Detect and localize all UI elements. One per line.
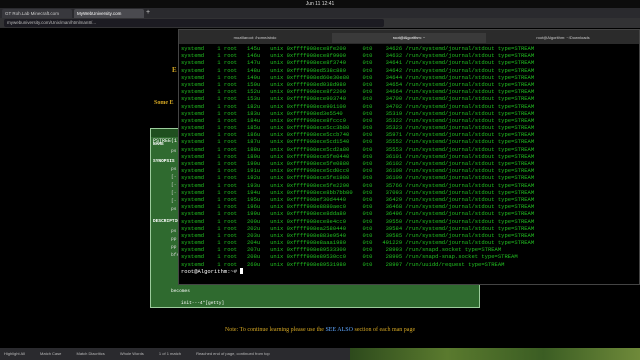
desktop-wallpaper-strip: [350, 348, 640, 360]
terminal-line: systemd 1 root 145u unix 0xffff908ece8fe…: [181, 45, 535, 52]
terminal-line: systemd 1 root 190u unix 0xffff908ece5fe…: [181, 160, 535, 167]
find-status: Reached end of page, continued from top: [196, 351, 270, 356]
terminal-line: systemd 1 root 193u unix 0xffff908ece5fe…: [181, 181, 535, 189]
find-bar: Highlight All Match Case Match Diacritic…: [0, 348, 640, 360]
match-diacritics-option[interactable]: Match Diacritics: [77, 351, 105, 356]
terminal-line: systemd 1 root 195u unix 0xffff908ef30d4…: [181, 195, 535, 203]
terminal-line: systemd 1 root 204u unix 0xffff908e8aaa1…: [181, 239, 535, 247]
terminal-line: systemd 1 root 260u unix 0xffff908e89531…: [181, 260, 505, 268]
man-line: [-: [171, 191, 177, 196]
terminal-line: systemd 1 root 188u unix 0xffff908ece5cd…: [181, 145, 535, 153]
man-synopsis-label: SYNOPSIS: [153, 159, 175, 164]
note-suffix: section of each man page: [352, 327, 416, 333]
terminal-line: systemd 1 root 192u unix 0xffff908ece5fe…: [181, 174, 535, 182]
man-desc-line: ps: [171, 229, 177, 234]
man-desc-line: pp: [171, 245, 177, 250]
man-line: ps: [171, 149, 177, 154]
man-line: ps: [171, 167, 177, 172]
man-result: init---4*[getty]: [181, 301, 225, 306]
terminal-line: systemd 1 root 184u unix 0xffff908ece8fc…: [181, 116, 535, 124]
terminal-window[interactable]: mozillaroot: /home/abdo root@Algorithm: …: [178, 29, 640, 285]
terminal-tab-3[interactable]: root@Algorithm: ~/Downloads: [487, 33, 639, 43]
terminal-line: systemd 1 root 146u unix 0xffff908ece8f9…: [181, 52, 535, 60]
match-count: 1 of 1 match: [158, 351, 181, 356]
terminal-line: systemd 1 root 186u unix 0xffff908ece5cc…: [181, 131, 535, 139]
man-name-label: NAME: [153, 142, 164, 147]
terminal-line: systemd 1 root 182u unix 0xffff908ece901…: [181, 102, 535, 110]
browser-toolbar: mywebuniversity.com/Unix/man/htmlman8/..…: [0, 18, 640, 28]
continue-learning-note: Note: To continue learning please use th…: [0, 324, 640, 336]
page-subheading-partial: Some E: [154, 100, 174, 106]
match-case-option[interactable]: Match Case: [40, 351, 61, 356]
terminal-line: systemd 1 root 185u unix 0xffff908ece5cc…: [181, 124, 535, 132]
terminal-line: systemd 1 root 207u unix 0xffff908e89533…: [181, 246, 502, 254]
highlight-all-option[interactable]: Highlight All: [4, 351, 25, 356]
see-also-link[interactable]: SEE ALSO: [325, 327, 353, 333]
man-line: [-: [171, 175, 177, 180]
terminal-line: systemd 1 root 191u unix 0xffff908ece5cd…: [181, 167, 535, 175]
terminal-line: systemd 1 root 183u unix 0xffff908ed3e55…: [181, 109, 535, 117]
terminal-tab-1[interactable]: mozillaroot: /home/abdo: [179, 33, 331, 43]
terminal-line: systemd 1 root 203u unix 0xffff908e883e9…: [181, 231, 535, 239]
man-line: [-: [171, 199, 177, 204]
terminal-line: systemd 1 root 153u unix 0xffff908ece903…: [181, 95, 535, 103]
browser-tab-bar: GT Roh.Lab Minecraft.com MyWebUniversity…: [0, 8, 640, 18]
terminal-tab-bar: mozillaroot: /home/abdo root@Algorithm: …: [179, 30, 639, 44]
clock[interactable]: Jun 11 12:41: [306, 1, 335, 7]
terminal-tab-2[interactable]: root@Algorithm: ~: [332, 33, 486, 43]
terminal-line: systemd 1 root 147u unix 0xffff908ece8f3…: [181, 59, 535, 67]
terminal-line: systemd 1 root 148u unix 0xffff908ed538c…: [181, 66, 535, 74]
browser-tab-1[interactable]: GT Roh.Lab Minecraft.com: [2, 9, 72, 18]
terminal-line: systemd 1 root 152u unix 0xffff908ece8f2…: [181, 88, 535, 96]
new-tab-icon[interactable]: +: [144, 8, 152, 18]
address-bar[interactable]: mywebuniversity.com/Unix/man/htmlman8/..…: [4, 19, 384, 27]
man-desc-line: pp: [171, 237, 177, 242]
terminal-line: systemd 1 root 149u unix 0xffff908ed60e3…: [181, 73, 535, 81]
terminal-line: systemd 1 root 150u unix 0xffff908ed038d…: [181, 80, 535, 88]
terminal-output[interactable]: systemd 1 root 145u unix 0xffff908ece8fe…: [181, 45, 639, 285]
man-becomes: becomes: [171, 289, 190, 294]
terminal-line: systemd 1 root 200u unix 0xffff908ece8e4…: [181, 217, 535, 225]
terminal-line: systemd 1 root 208u unix 0xffff908e89530…: [181, 253, 518, 261]
terminal-line: systemd 1 root 194u unix 0xffff908ece8bb…: [181, 188, 535, 196]
terminal-line: systemd 1 root 199u unix 0xffff908ece8dd…: [181, 210, 535, 218]
terminal-line: systemd 1 root 189u unix 0xffff908ece5fe…: [181, 152, 535, 160]
terminal-line: systemd 1 root 196u unix 0xffff908e8880a…: [181, 203, 535, 211]
terminal-line: systemd 1 root 187u unix 0xffff908ece5cd…: [181, 138, 535, 146]
note-prefix: Note: To continue learning please use th…: [224, 327, 326, 333]
prompt-text: root@Algorithm:~#: [181, 267, 241, 275]
browser-tab-2[interactable]: MyWebUniversity.com: [74, 9, 144, 18]
man-line: ps: [171, 207, 177, 212]
page-heading-partial: E: [172, 66, 177, 74]
text-cursor: [240, 268, 244, 275]
man-line: [-: [171, 183, 177, 188]
terminal-line: systemd 1 root 202u unix 0xffff908ea2580…: [181, 224, 535, 232]
terminal-prompt[interactable]: root@Algorithm:~#: [181, 268, 639, 275]
whole-words-option[interactable]: Whole Words: [120, 351, 144, 356]
system-top-bar: Jun 11 12:41: [0, 0, 640, 8]
